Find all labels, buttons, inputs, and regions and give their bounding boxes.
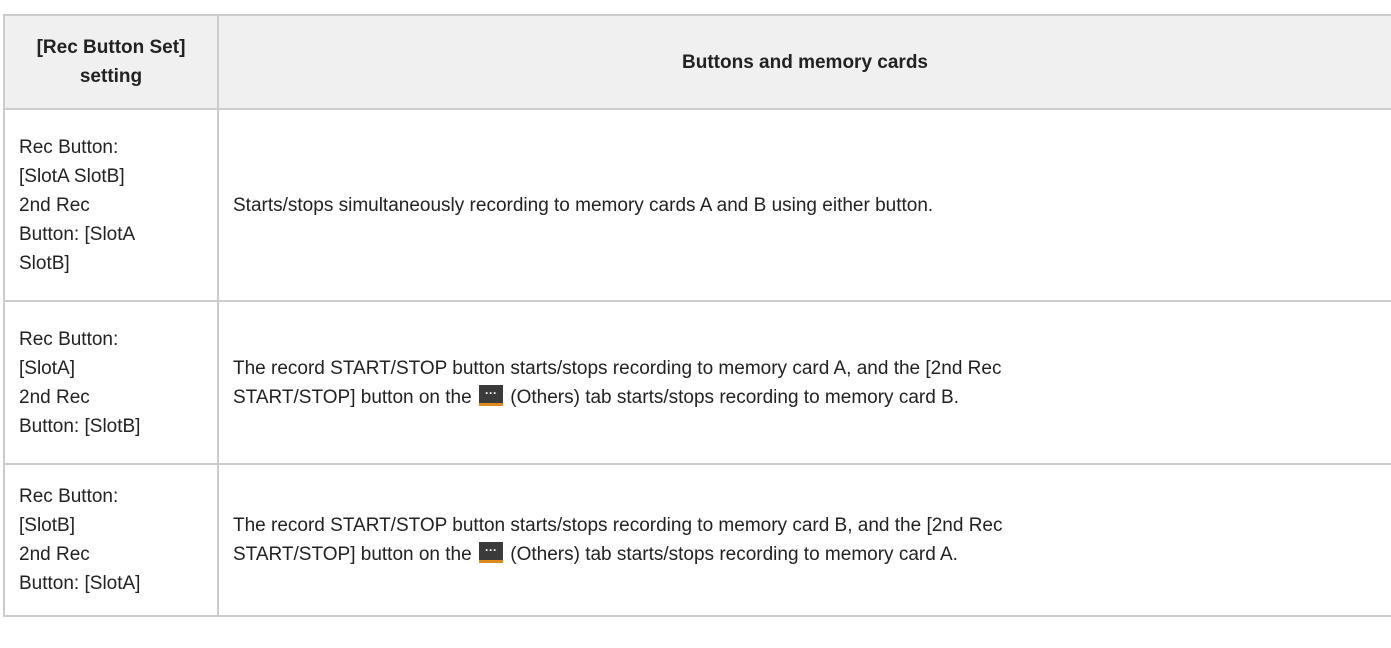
others-icon-glyph: ··· bbox=[484, 385, 497, 400]
description-post-icon: (Others) tab starts/stops recording to m… bbox=[504, 544, 958, 565]
description-pre-icon: START/STOP] button on the bbox=[233, 386, 477, 408]
description-cell: The record START/STOP button starts/stop… bbox=[217, 463, 1391, 617]
setting-line: 2nd Rec bbox=[19, 194, 90, 216]
settings-table: [Rec Button Set] setting Buttons and mem… bbox=[3, 14, 1391, 617]
others-icon: ··· bbox=[478, 384, 503, 406]
setting-line: [SlotA SlotB] bbox=[19, 165, 125, 187]
table-row: Rec Button: [SlotA] 2nd Rec Button: [Slo… bbox=[3, 300, 1391, 465]
description-line: The record START/STOP button starts/stop… bbox=[233, 515, 1003, 536]
description-line: START/STOP] button on the ··· (Others) t… bbox=[233, 540, 1377, 569]
description-post-icon: (Others) tab starts/stops recording to m… bbox=[504, 386, 960, 408]
table-row: Rec Button: [SlotB] 2nd Rec Button: [Slo… bbox=[3, 463, 1391, 617]
header-setting-label: [Rec Button Set] setting bbox=[36, 37, 186, 87]
setting-line: Rec Button: bbox=[19, 136, 119, 158]
others-icon-glyph: ··· bbox=[484, 543, 497, 557]
setting-line: SlotB] bbox=[19, 252, 70, 274]
setting-cell: Rec Button: [SlotB] 2nd Rec Button: [Slo… bbox=[3, 463, 219, 617]
setting-line: Button: [SlotA] bbox=[19, 573, 141, 594]
setting-cell: Rec Button: [SlotA] 2nd Rec Button: [Slo… bbox=[3, 300, 219, 465]
setting-line: Button: [SlotB] bbox=[19, 415, 141, 437]
setting-line: Rec Button: bbox=[19, 328, 119, 350]
description-line: START/STOP] button on the ··· (Others) t… bbox=[233, 383, 1377, 412]
description-cell: The record START/STOP button starts/stop… bbox=[217, 300, 1391, 465]
description-text: Starts/stops simultaneously recording to… bbox=[233, 194, 934, 216]
header-buttons-cards: Buttons and memory cards bbox=[217, 14, 1391, 110]
header-setting: [Rec Button Set] setting bbox=[3, 14, 219, 110]
others-icon: ··· bbox=[478, 542, 503, 563]
header-buttons-cards-label: Buttons and memory cards bbox=[682, 51, 928, 73]
table-header-row: [Rec Button Set] setting Buttons and mem… bbox=[3, 14, 1391, 110]
setting-line: [SlotA] bbox=[19, 357, 75, 379]
setting-line: Button: [SlotA bbox=[19, 223, 136, 245]
setting-line: Rec Button: bbox=[19, 486, 119, 507]
table-row: Rec Button: [SlotA SlotB] 2nd Rec Button… bbox=[3, 108, 1391, 302]
setting-cell: Rec Button: [SlotA SlotB] 2nd Rec Button… bbox=[3, 108, 219, 302]
description-cell: Starts/stops simultaneously recording to… bbox=[217, 108, 1391, 302]
setting-line: 2nd Rec bbox=[19, 386, 90, 408]
description-pre-icon: START/STOP] button on the bbox=[233, 544, 477, 565]
setting-line: 2nd Rec bbox=[19, 544, 90, 565]
description-line: The record START/STOP button starts/stop… bbox=[233, 357, 1002, 379]
setting-line: [SlotB] bbox=[19, 515, 75, 536]
